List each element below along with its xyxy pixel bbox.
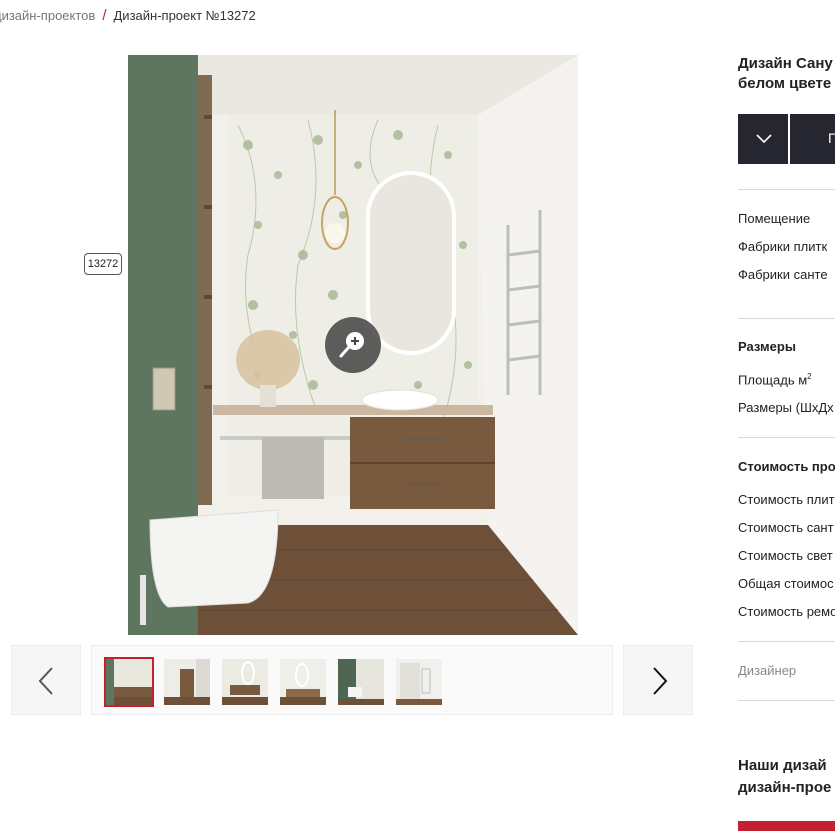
cost-row-tile: Стоимость плит <box>738 492 835 507</box>
our-designs-line2: дизайн-прое <box>738 779 832 796</box>
divider <box>738 700 835 701</box>
project-title: Дизайн Сану белом цвете <box>738 54 833 94</box>
action-button[interactable]: П <box>828 130 835 146</box>
thumbnail-strip <box>91 645 613 715</box>
divider <box>738 318 835 319</box>
cost-row-renovation: Стоимость ремо <box>738 604 835 619</box>
project-title-line2: белом цвете <box>738 75 832 92</box>
gallery-prev-button[interactable] <box>11 645 81 715</box>
divider <box>738 437 835 438</box>
project-title-line1: Дизайн Сану <box>738 55 833 72</box>
chevron-left-icon <box>12 667 82 720</box>
info-row-room: Помещение <box>738 211 811 226</box>
project-info-panel: Дизайн Сану белом цвете П Помещение Фабр… <box>738 0 835 831</box>
cost-row-total: Общая стоимос <box>738 576 834 591</box>
info-row-tile-factories: Фабрики плитк <box>738 239 828 254</box>
thumbnail-5[interactable] <box>338 659 384 705</box>
divider <box>738 641 835 642</box>
action-bar: П <box>738 114 835 164</box>
thumbnail-1[interactable] <box>104 657 154 707</box>
breadcrumb-current: Дизайн-проект №13272 <box>113 8 256 23</box>
our-designs-line1: Наши дизай <box>738 757 827 774</box>
thumbnail-6[interactable] <box>396 659 442 705</box>
sizes-heading: Размеры <box>738 339 796 354</box>
cost-row-sanitary: Стоимость сант <box>738 520 834 535</box>
our-designs-heading: Наши дизай дизайн-прое <box>738 755 831 799</box>
divider <box>738 189 835 190</box>
cost-row-lighting: Стоимость свет <box>738 548 833 563</box>
action-bar-divider <box>788 114 790 164</box>
zoom-button[interactable] <box>325 317 381 373</box>
area-superscript: 2 <box>807 372 812 381</box>
thumbnail-2[interactable] <box>164 659 210 705</box>
zoom-in-icon <box>325 332 381 377</box>
breadcrumb: дизайн-проектов / Дизайн-проект №13272 <box>0 7 256 24</box>
thumbnail-3[interactable] <box>222 659 268 705</box>
project-id-tag: 13272 <box>84 253 122 275</box>
cost-heading: Стоимость про <box>738 459 835 474</box>
breadcrumb-separator: / <box>102 7 107 24</box>
designer-label: Дизайнер <box>738 663 797 678</box>
info-row-area: Площадь м2 <box>738 372 812 387</box>
gallery-next-button[interactable] <box>623 645 693 715</box>
info-row-sanitary-factories: Фабрики санте <box>738 267 828 282</box>
thumbnail-4[interactable] <box>280 659 326 705</box>
chevron-down-icon[interactable] <box>754 128 774 153</box>
info-row-dimensions: Размеры (ШхДх <box>738 400 834 415</box>
red-action-bar[interactable] <box>738 821 835 831</box>
breadcrumb-link-projects[interactable]: дизайн-проектов <box>0 8 95 23</box>
chevron-right-icon <box>624 667 694 720</box>
area-label: Площадь м <box>738 372 808 388</box>
